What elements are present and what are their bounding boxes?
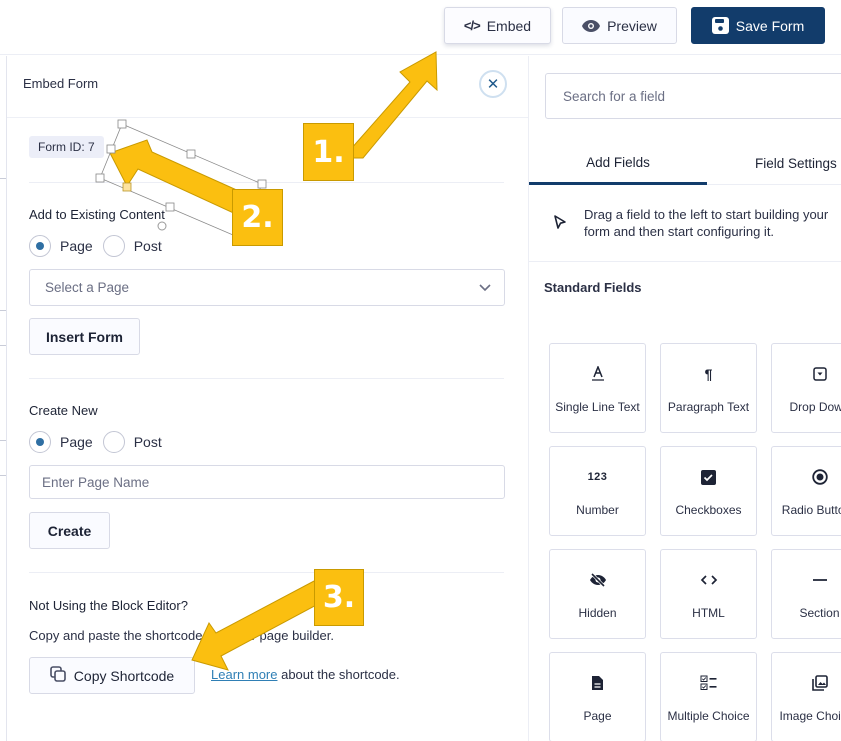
field-label: Radio Buttons <box>781 503 841 517</box>
file-icon <box>550 673 645 693</box>
field-hidden[interactable]: Hidden <box>549 549 646 639</box>
copy-icon <box>49 666 66 685</box>
panel-title: Embed Form <box>23 76 99 91</box>
learn-more-suffix: about the shortcode. <box>277 667 400 682</box>
embed-label: Embed <box>486 17 532 34</box>
eye-icon <box>582 19 601 32</box>
embed-form-panel: Embed Form ✕ Form ID: 7 Add to Existing … <box>6 56 529 741</box>
close-icon: ✕ <box>486 76 500 93</box>
code-icon: </> <box>463 18 481 33</box>
step-2-marker: 2. <box>232 189 283 246</box>
field-multiple-choice[interactable]: Multiple Choice <box>660 652 757 741</box>
embed-panel-header: Embed Form ✕ <box>7 56 528 118</box>
select-page-placeholder: Select a Page <box>45 280 130 295</box>
text-icon <box>550 364 645 384</box>
preview-button[interactable]: Preview <box>562 7 677 44</box>
embed-button[interactable]: </> Embed <box>444 7 551 44</box>
drag-hint-text: Drag a field to the left to start buildi… <box>584 206 841 240</box>
shortcode-description: Copy and paste the shortcode into your p… <box>29 628 334 643</box>
page-name-input[interactable] <box>29 465 505 499</box>
code-icon <box>661 570 756 590</box>
radio-post[interactable] <box>102 431 125 453</box>
insert-form-button[interactable]: Insert Form <box>29 318 140 355</box>
form-id-badge: Form ID: 7 <box>29 136 104 158</box>
tab-add-fields[interactable]: Add Fields <box>529 142 707 185</box>
step-3-marker: 3. <box>314 569 364 626</box>
list-check-icon <box>661 673 756 693</box>
number-icon: 123 <box>587 471 608 483</box>
step-1-marker: 1. <box>303 123 354 181</box>
radio-post[interactable] <box>102 235 125 257</box>
field-drop-down[interactable]: Drop Down <box>771 343 841 433</box>
hint-line-2: form and then start configuring it. <box>584 224 775 239</box>
field-search-input[interactable] <box>545 73 841 119</box>
radio-page[interactable] <box>29 235 51 257</box>
field-label: Drop Down <box>789 400 841 414</box>
save-form-button[interactable]: Save Form <box>691 7 825 44</box>
field-label: Multiple Choice <box>667 709 750 723</box>
existing-type-radio-group: Page Post <box>29 235 172 257</box>
shortcode-heading: Not Using the Block Editor? <box>29 598 188 613</box>
field-label: Single Line Text <box>555 400 640 414</box>
radio-post-label: Post <box>133 434 162 450</box>
drag-hint: Drag a field to the left to start buildi… <box>529 186 841 262</box>
radio-page-label: Page <box>60 434 93 450</box>
create-new-heading: Create New <box>29 403 98 418</box>
fields-panel: Add Fields Field Settings Drag a field t… <box>529 56 841 741</box>
radio-icon <box>772 467 841 487</box>
divider <box>29 182 504 183</box>
learn-more-link[interactable]: Learn more <box>211 667 277 682</box>
field-label: Number <box>576 503 619 517</box>
paragraph-icon: ¶ <box>704 366 713 382</box>
chevron-down-icon <box>478 280 492 297</box>
field-label: Page <box>583 709 612 723</box>
floppy-disk-icon <box>711 17 729 34</box>
existing-content-heading: Add to Existing Content <box>29 207 165 222</box>
field-label: Section <box>799 606 840 620</box>
field-label: Hidden <box>578 606 617 620</box>
save-form-label: Save Form <box>735 17 805 34</box>
field-number[interactable]: 123 Number <box>549 446 646 536</box>
field-paragraph-text[interactable]: ¶ Paragraph Text <box>660 343 757 433</box>
divider <box>29 378 504 379</box>
field-label: HTML <box>692 606 725 620</box>
images-icon <box>772 673 841 693</box>
create-button[interactable]: Create <box>29 512 110 549</box>
checkbox-icon <box>661 467 756 487</box>
radio-post-label: Post <box>133 238 162 254</box>
standard-fields-heading: Standard Fields <box>544 280 642 295</box>
field-html[interactable]: HTML <box>660 549 757 639</box>
field-label: Paragraph Text <box>667 400 750 414</box>
top-toolbar: </> Embed Preview Save Form <box>0 0 841 55</box>
copy-shortcode-button[interactable]: Copy Shortcode <box>29 657 195 694</box>
dropdown-icon <box>772 364 841 384</box>
field-label: Image Choices <box>779 709 841 723</box>
select-page-dropdown[interactable]: Select a Page <box>29 269 505 306</box>
field-image-choices[interactable]: Image Choices <box>771 652 841 741</box>
eye-slash-icon <box>550 570 645 590</box>
radio-page-label: Page <box>60 238 93 254</box>
radio-page[interactable] <box>29 431 51 453</box>
divider <box>29 572 504 573</box>
copy-shortcode-label: Copy Shortcode <box>73 667 175 684</box>
field-label: Checkboxes <box>675 503 742 517</box>
preview-label: Preview <box>607 17 657 34</box>
fields-tabs: Add Fields Field Settings <box>529 142 841 185</box>
tab-field-settings[interactable]: Field Settings <box>755 142 837 185</box>
field-checkboxes[interactable]: Checkboxes <box>660 446 757 536</box>
create-type-radio-group: Page Post <box>29 431 172 453</box>
field-page[interactable]: Page <box>549 652 646 741</box>
close-button[interactable]: ✕ <box>479 70 507 98</box>
field-single-line-text[interactable]: Single Line Text <box>549 343 646 433</box>
hint-line-1: Drag a field to the left to start buildi… <box>584 207 829 222</box>
minus-icon <box>772 570 841 590</box>
field-radio-buttons[interactable]: Radio Buttons <box>771 446 841 536</box>
cursor-pointer-icon <box>553 214 567 233</box>
learn-more-text: Learn more about the shortcode. <box>211 667 400 682</box>
field-section[interactable]: Section <box>771 549 841 639</box>
